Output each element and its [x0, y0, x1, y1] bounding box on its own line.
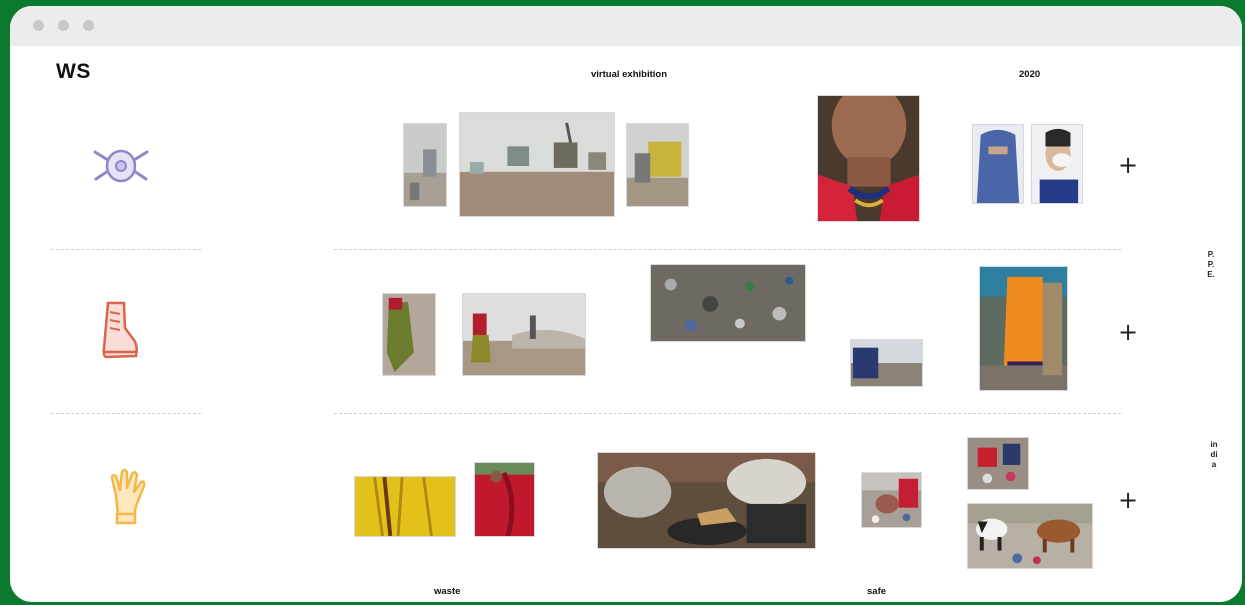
- window-control-dot[interactable]: [33, 20, 44, 31]
- row-divider: [51, 249, 201, 250]
- footer-label-waste: waste: [434, 586, 461, 597]
- landfill-photo[interactable]: [403, 123, 447, 207]
- site-logo[interactable]: WS: [56, 60, 91, 84]
- expand-row-button[interactable]: +: [1118, 488, 1138, 512]
- covered-face-photo[interactable]: [972, 124, 1024, 204]
- masked-woman-photo[interactable]: [1031, 124, 1083, 204]
- window-control-dot[interactable]: [83, 20, 94, 31]
- landfill-bulldozers-photo[interactable]: [459, 112, 615, 217]
- sacks-and-dog-photo[interactable]: [597, 452, 816, 549]
- expand-row-button[interactable]: +: [1118, 153, 1138, 177]
- orange-sari-photo[interactable]: [979, 266, 1068, 391]
- row-divider: [334, 249, 1121, 250]
- woman-portrait-photo[interactable]: [817, 95, 920, 222]
- face-mask-icon[interactable]: [92, 144, 150, 188]
- side-label-india: india: [1210, 440, 1218, 469]
- garbage-pile-photo[interactable]: [650, 264, 806, 342]
- browser-window: WS virtual exhibition 2020 P.P.E. india …: [10, 6, 1242, 602]
- garbage-truck-photo[interactable]: [850, 339, 923, 387]
- bulldozer-photo[interactable]: [626, 123, 689, 207]
- waste-picker-photo[interactable]: [462, 293, 586, 376]
- yellow-fabric-photo[interactable]: [354, 476, 456, 537]
- side-label-ppe: P.P.E.: [1207, 250, 1215, 279]
- row-divider: [334, 413, 1121, 414]
- footer-label-safe: safe: [867, 586, 887, 597]
- window-titlebar: [10, 6, 1242, 46]
- window-control-dot[interactable]: [58, 20, 69, 31]
- red-sari-photo[interactable]: [474, 462, 535, 537]
- exhibition-title: virtual exhibition: [591, 69, 668, 80]
- row-divider: [51, 413, 201, 414]
- cattle-on-landfill-photo[interactable]: [967, 503, 1093, 569]
- waste-sorting-photo[interactable]: [967, 437, 1029, 490]
- worker-green-sari-photo[interactable]: [382, 293, 436, 376]
- child-with-waste-photo[interactable]: [861, 472, 922, 528]
- glove-icon[interactable]: [106, 466, 150, 526]
- work-boot-icon[interactable]: [100, 300, 140, 362]
- year-label: 2020: [1019, 69, 1041, 80]
- expand-row-button[interactable]: +: [1118, 320, 1138, 344]
